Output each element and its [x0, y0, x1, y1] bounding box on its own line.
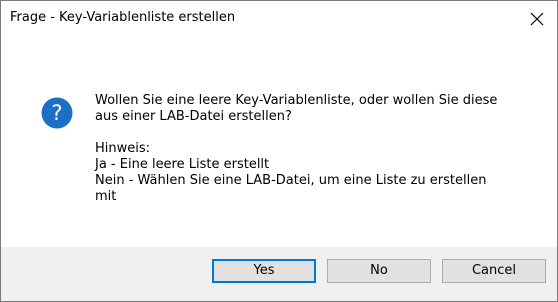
- hint-no-line-2: mit: [95, 189, 117, 204]
- question-dialog: Frage - Key-Variablenliste erstellen ? W…: [0, 0, 558, 302]
- button-bar: Yes No Cancel: [1, 247, 557, 301]
- question-icon: ?: [41, 97, 73, 129]
- hint-yes: Ja - Eine leere Liste erstellt: [95, 157, 270, 172]
- close-icon: [530, 12, 544, 26]
- title-bar[interactable]: Frage - Key-Variablenliste erstellen: [1, 1, 557, 37]
- hint-label: Hinweis:: [95, 141, 151, 156]
- dialog-content: ? Wollen Sie eine leere Key-Variablenlis…: [1, 37, 557, 247]
- yes-button[interactable]: Yes: [212, 259, 316, 283]
- svg-text:?: ?: [51, 101, 62, 125]
- hint-no-line-1: Nein - Wählen Sie eine LAB-Datei, um ein…: [95, 173, 487, 188]
- no-button[interactable]: No: [327, 259, 431, 283]
- dialog-title: Frage - Key-Variablenliste erstellen: [10, 10, 236, 25]
- cancel-button[interactable]: Cancel: [442, 259, 546, 283]
- message-line-2: aus einer LAB-Datei erstellen?: [95, 109, 292, 124]
- close-button[interactable]: [517, 1, 557, 37]
- dialog-message: Wollen Sie eine leere Key-Variablenliste…: [95, 93, 535, 205]
- message-line-1: Wollen Sie eine leere Key-Variablenliste…: [95, 93, 498, 108]
